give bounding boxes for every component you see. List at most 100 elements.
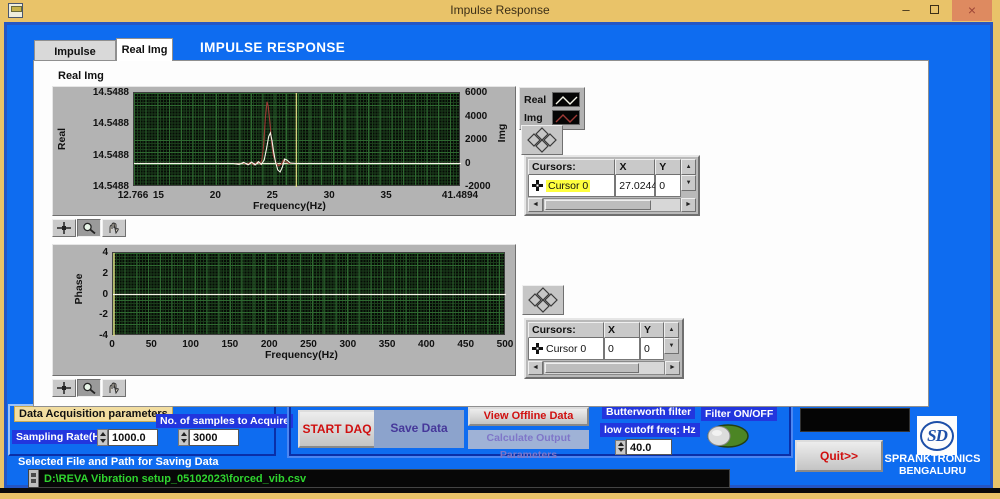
scrollbar-thumb[interactable] [545, 200, 652, 210]
tab-page: Real Img Real Img Frequency(Hz) 14.5488 1… [33, 60, 929, 407]
bottom-x-axis-label: Frequency(Hz) [265, 349, 338, 361]
cursor-crosshair-icon [532, 343, 543, 354]
cursors-y-header: Y [655, 159, 682, 175]
axis-tick-label: 200 [260, 339, 278, 350]
low-cutoff-spinner[interactable] [615, 439, 626, 455]
axis-tick-label: 20 [209, 190, 221, 201]
scroll-down-button[interactable]: ▼ [664, 338, 679, 354]
maximize-button[interactable] [920, 0, 948, 21]
axis-tick-label: 350 [378, 339, 396, 350]
axis-tick-label: 400 [418, 339, 435, 350]
scroll-right-button[interactable]: ► [681, 198, 696, 212]
cursors-header: Cursors: [528, 322, 604, 338]
sampling-rate-input[interactable]: 1000.0 [108, 429, 158, 446]
sampling-rate-control: 1000.0 [97, 429, 158, 446]
cursor-crosshair-icon [532, 180, 543, 191]
axis-tick-label: 41.4894 [441, 190, 479, 201]
start-daq-button[interactable]: START DAQ [298, 410, 376, 448]
file-path-value: D:\REVA Vibration setup_05102023\forced_… [44, 472, 307, 485]
samples-control: 3000 [178, 429, 239, 446]
cursor-y-value: 0 [640, 338, 664, 360]
status-display [800, 408, 910, 432]
browse-icon[interactable] [29, 470, 39, 487]
close-button[interactable]: × [952, 0, 992, 21]
scroll-up-button[interactable]: ▲ [681, 159, 696, 175]
cursor-x-value: 0 [604, 338, 640, 360]
graph-palette-top [52, 219, 126, 237]
horizontal-scrollbar[interactable] [543, 198, 681, 212]
zoom-tool-button[interactable] [77, 219, 101, 237]
scroll-up-button[interactable]: ▲ [664, 322, 679, 338]
cursor-tool-button[interactable] [52, 379, 76, 397]
cursors-y-header: Y [640, 322, 664, 338]
cursor-y-value: 0 [655, 175, 682, 197]
cursors-x-header: X [604, 322, 640, 338]
quit-button[interactable]: Quit>> [795, 440, 883, 472]
maximize-icon [929, 5, 939, 14]
cursor-tool-button[interactable] [52, 219, 76, 237]
window-title: Impulse Response [450, 3, 550, 17]
scrollbar-thumb[interactable] [545, 363, 639, 373]
cursor-name: Cursor 0 [546, 179, 591, 192]
axis-tick-label: 4000 [465, 110, 488, 122]
cursor-pad-icon [527, 127, 557, 153]
scroll-right-button[interactable]: ► [665, 361, 680, 375]
samples-spinner[interactable] [178, 429, 189, 446]
axis-tick-label: 14.5488 [92, 149, 129, 161]
sampling-rate-spinner[interactable] [97, 429, 108, 446]
cursor-mover-pad-top[interactable] [521, 125, 563, 155]
cursors-table-bottom: Cursors: X Y ▲ Cursor 0 0 0 ▼ ◄ ► [524, 318, 684, 379]
axis-tick-label: 500 [496, 339, 514, 350]
samples-input[interactable]: 3000 [189, 429, 239, 446]
filter-onoff-label: Filter ON/OFF [701, 407, 778, 421]
legend-item-real[interactable]: Real [524, 91, 580, 108]
increment-icon [99, 432, 106, 437]
window-bottom-edge [0, 488, 1000, 493]
cursor-pad-icon [528, 287, 558, 313]
save-data-button[interactable]: Save Data [374, 410, 464, 448]
pan-tool-button[interactable] [102, 379, 126, 397]
axis-tick-label: 14.5488 [92, 118, 129, 130]
pan-tool-button[interactable] [102, 219, 126, 237]
cursors-x-header: X [615, 159, 656, 175]
tab-real-img[interactable]: Real Img [116, 38, 173, 61]
file-path-control[interactable]: D:\REVA Vibration setup_05102023\forced_… [28, 469, 730, 488]
cursor-row[interactable]: Cursor 0 [528, 175, 616, 197]
hand-icon [109, 222, 119, 234]
real-img-plot-area[interactable] [133, 92, 461, 187]
zoom-tool-button[interactable] [77, 379, 101, 397]
tab-impulse-response[interactable]: Impulse Response [34, 40, 116, 80]
minimize-button[interactable]: – [892, 0, 920, 21]
axis-tick-label: 14.5488 [92, 87, 129, 98]
toggle-switch-icon [707, 424, 749, 448]
brand-line2: BENGALURU [898, 465, 967, 477]
real-img-graph: Real Img Frequency(Hz) 14.5488 14.5488 14.… [52, 86, 516, 216]
page-title: IMPULSE RESPONSE [200, 40, 346, 55]
cursor-mover-pad-bottom[interactable] [522, 285, 564, 315]
low-cutoff-control: 40.0 [615, 439, 672, 455]
horizontal-scrollbar[interactable] [543, 361, 665, 375]
axis-tick-label: 300 [339, 339, 357, 350]
low-cutoff-input[interactable]: 40.0 [626, 439, 672, 455]
spranktronics-logo: SD [917, 416, 957, 455]
increment-icon [180, 432, 187, 437]
scroll-left-button[interactable]: ◄ [528, 361, 543, 375]
phase-graph: Phase Frequency(Hz) 4 2 0 -2 -4 0 50 100 150 200 2… [52, 244, 516, 376]
magnifier-icon [83, 382, 96, 394]
phase-plot-area[interactable] [112, 252, 506, 336]
view-offline-data-button[interactable]: View Offline Data [468, 407, 589, 426]
axis-tick-label: 2000 [465, 134, 488, 145]
legend-swatch-real [552, 92, 580, 107]
scroll-down-button[interactable]: ▼ [681, 175, 697, 191]
filter-toggle-switch[interactable] [706, 423, 750, 454]
calculate-output-button[interactable]: Calculate Output Parameters [468, 430, 589, 461]
legend-item-img[interactable]: Img [524, 109, 580, 126]
axis-tick-label: 35 [380, 190, 392, 201]
cursor-row[interactable]: Cursor 0 [528, 338, 604, 360]
scroll-left-button[interactable]: ◄ [528, 198, 543, 212]
hand-icon [109, 382, 119, 394]
top-x-axis-label: Frequency(Hz) [253, 200, 326, 212]
butterworth-label: Butterworth filter [602, 405, 696, 419]
cursors-table-top: Cursors: X Y ▲ Cursor 0 27.0244 0 ▼ ◄ ► [524, 155, 700, 216]
decrement-icon [180, 438, 187, 443]
